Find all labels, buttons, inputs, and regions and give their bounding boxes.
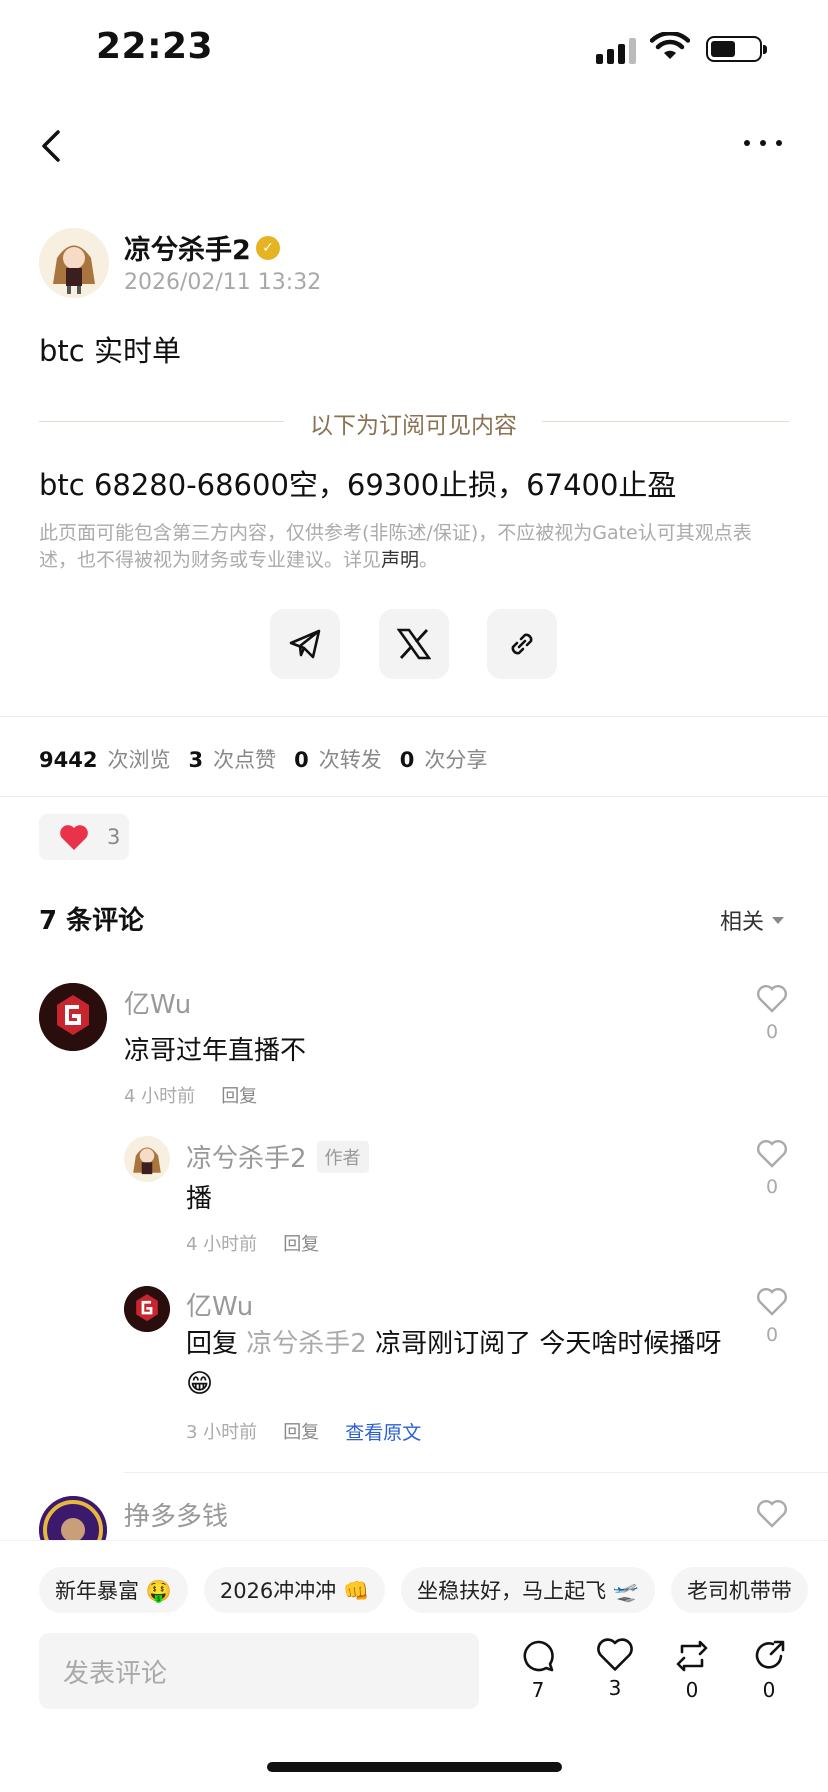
author-tag: 作者 (316, 1140, 369, 1173)
shares-count: 0 (399, 748, 415, 772)
author-avatar[interactable] (39, 228, 109, 298)
view-original-link[interactable]: 查看原文 (345, 1418, 421, 1445)
reply-avatar[interactable] (124, 1286, 170, 1332)
views-label: 次浏览 (107, 748, 171, 772)
like-action[interactable]: 3 (590, 1638, 640, 1700)
share-action[interactable]: 0 (744, 1638, 794, 1702)
reply-header: 凉兮杀手2 作者 (186, 1138, 369, 1175)
reply-button[interactable]: 回复 (283, 1230, 319, 1256)
views-count: 9442 (39, 748, 98, 772)
section-separator (0, 796, 828, 797)
post-title: btc 实时单 (39, 334, 181, 368)
reaction-count: 3 (107, 825, 121, 849)
reply-button[interactable]: 回复 (283, 1418, 319, 1445)
heart-outline-icon (757, 985, 787, 1013)
quick-reply-list: 新年暴富 🤑 2026冲冲冲 👊 坐稳扶好，马上起飞 🛫 老司机带带 (39, 1567, 828, 1613)
comment-input[interactable]: 发表评论 (39, 1633, 479, 1709)
share-x-button[interactable] (379, 609, 449, 679)
heart-outline-icon (757, 1288, 787, 1316)
copy-link-button[interactable] (487, 609, 557, 679)
reply-text: 回复 凉兮杀手2 凉哥刚订阅了 今天啥时候播呀 😁 (186, 1324, 746, 1404)
heart-outline-icon (597, 1638, 633, 1671)
likes-count-bottom: 3 (608, 1676, 622, 1700)
reaction-pill[interactable]: 3 (39, 814, 129, 860)
comment-author[interactable]: 亿Wu (124, 984, 191, 1021)
comment-separator (124, 1472, 828, 1473)
reply-time: 4 小时前 (186, 1234, 258, 1255)
cellular-signal-icon (596, 36, 636, 64)
share-telegram-button[interactable] (270, 609, 340, 679)
reply-author[interactable]: 亿Wu (186, 1286, 253, 1323)
comments-count: 7 (531, 1678, 545, 1702)
divider-right (542, 421, 789, 422)
comment-time: 4 小时前 (124, 1086, 196, 1107)
battery-icon (706, 36, 767, 62)
disclaimer-end: 。 (419, 549, 439, 571)
reply-like-count: 0 (765, 1324, 779, 1346)
reposts-count: 0 (294, 748, 309, 772)
section-separator (0, 716, 828, 717)
comment-author[interactable]: 挣多多钱 (124, 1496, 228, 1533)
quick-reply-chip[interactable]: 2026冲冲冲 👊 (203, 1567, 386, 1613)
comment-like[interactable]: 0 (752, 985, 792, 1043)
back-arrow-icon[interactable] (38, 128, 64, 164)
reply-to-user[interactable]: 凉兮杀手2 (246, 1329, 367, 1359)
wifi-icon (650, 32, 690, 59)
reply-time: 3 小时前 (186, 1422, 258, 1443)
post-date: 2026/02/11 13:32 (124, 270, 322, 295)
reply-avatar[interactable] (124, 1136, 170, 1182)
reposts-count-bottom: 0 (685, 1678, 699, 1702)
comment-meta: 4 小时前 回复 (124, 1082, 257, 1108)
home-indicator[interactable] (267, 1762, 562, 1772)
likes-label: 次点赞 (213, 748, 277, 772)
share-icon (755, 1640, 785, 1669)
telegram-icon (289, 629, 321, 659)
quick-reply-chip[interactable]: 坐稳扶好，马上起飞 🛫 (401, 1567, 655, 1613)
disclaimer-link[interactable]: 声明 (381, 549, 419, 571)
reply-body: 凉哥刚订阅了 今天啥时候播呀 (375, 1329, 722, 1359)
reply-text: 播 (186, 1184, 213, 1214)
subscriber-only-label: 以下为订阅可见内容 (310, 413, 517, 439)
likes-count: 3 (188, 748, 204, 772)
reply-like[interactable]: 0 (752, 1288, 792, 1346)
heart-outline-icon (757, 1140, 787, 1168)
reply-prefix: 回复 (186, 1329, 239, 1359)
reposts-label: 次转发 (318, 748, 382, 772)
reply-author[interactable]: 凉兮杀手2 (186, 1138, 307, 1175)
repost-action[interactable]: 0 (667, 1638, 717, 1702)
reply-like-count: 0 (765, 1176, 779, 1198)
comments-action[interactable]: 7 (513, 1638, 563, 1702)
reply-button[interactable]: 回复 (221, 1082, 257, 1108)
author-name[interactable]: 凉兮杀手2 (124, 228, 251, 267)
comments-title: 7 条评论 (39, 906, 145, 936)
divider-left (39, 421, 284, 422)
post-stats: 9442 次浏览 3 次点赞 0 次转发 0 次分享 (39, 744, 505, 774)
more-options-icon[interactable] (744, 140, 782, 146)
comment-bubble-icon (523, 1640, 554, 1672)
shares-label: 次分享 (424, 748, 488, 772)
quick-reply-chip[interactable]: 新年暴富 🤑 (39, 1567, 188, 1613)
link-icon (511, 633, 533, 655)
sort-label: 相关 (720, 910, 765, 935)
repost-icon (676, 1640, 708, 1672)
post-body: btc 68280-68600空，69300止损，67400止盈 (39, 468, 677, 502)
comment-text: 凉哥过年直播不 (124, 1036, 307, 1066)
heart-filled-icon (60, 824, 88, 850)
disclaimer: 此页面可能包含第三方内容，仅供参考(非陈述/保证)，不应被视为Gate认可其观点… (39, 520, 779, 574)
sort-dropdown[interactable]: 相关 (720, 904, 785, 936)
quick-reply-bar: 新年暴富 🤑 2026冲冲冲 👊 坐稳扶好，马上起飞 🛫 老司机带带 (0, 1540, 828, 1648)
x-logo-icon (397, 628, 431, 660)
reply-like[interactable]: 0 (752, 1140, 792, 1198)
caret-down-icon (772, 916, 785, 924)
reply-meta: 3 小时前 回复 查看原文 (186, 1418, 421, 1445)
shares-count-bottom: 0 (762, 1678, 776, 1702)
reply-meta: 4 小时前 回复 (186, 1230, 319, 1256)
comment-like-count: 0 (765, 1021, 779, 1043)
quick-reply-chip[interactable]: 老司机带带 (670, 1567, 808, 1613)
verified-badge-icon: ✓ (256, 236, 280, 260)
commenter-avatar[interactable] (39, 983, 107, 1051)
heart-outline-icon[interactable] (757, 1500, 787, 1528)
grin-emoji-icon: 😁 (186, 1369, 214, 1399)
status-time: 22:23 (96, 26, 214, 67)
